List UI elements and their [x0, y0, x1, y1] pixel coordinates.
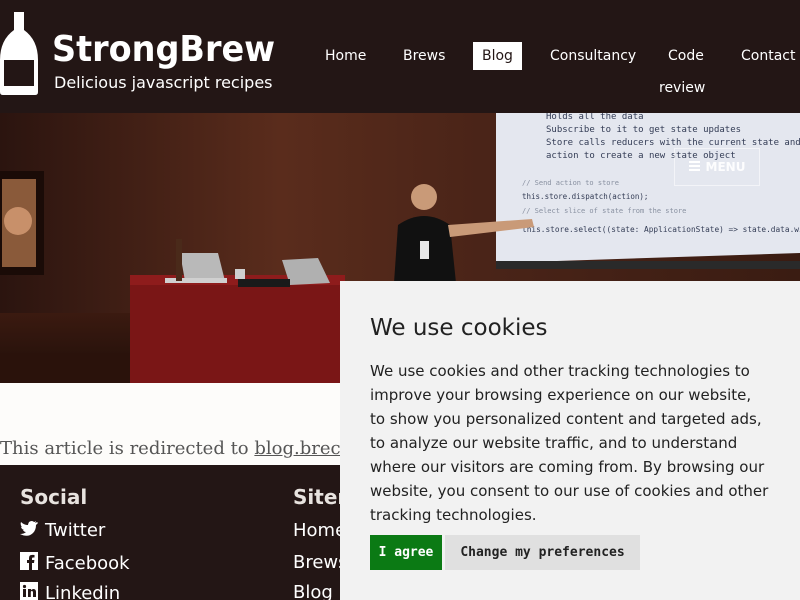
site-header: StrongBrew Delicious javascript recipes …	[0, 0, 800, 113]
footer-link-twitter-label: Twitter	[45, 520, 106, 541]
footer-link-facebook-label: Facebook	[45, 553, 130, 574]
article-redirect-text: This article is redirected to blog.brech…	[0, 438, 359, 459]
nav-item-contact[interactable]: Contact	[741, 47, 795, 65]
nav-item-consultancy[interactable]: Consultancy	[550, 47, 636, 65]
nav-item-brews[interactable]: Brews	[403, 47, 445, 65]
slide-line-7: // Select slice of state from the store	[522, 207, 686, 215]
footer-link-linkedin[interactable]: Linkedin	[20, 582, 120, 600]
hamburger-icon	[688, 160, 700, 174]
nav-item-home[interactable]: Home	[325, 47, 366, 65]
footer-link-facebook[interactable]: Facebook	[20, 552, 130, 575]
slide-line-8: this.store.select((state: ApplicationSta…	[522, 225, 800, 234]
slide-line-5: // Send action to store	[522, 179, 619, 187]
slide-line-2: Subscribe to it to get state updates	[546, 125, 741, 135]
site-tagline: Delicious javascript recipes	[54, 73, 273, 92]
cookie-body-text: We use cookies and other tracking techno…	[370, 362, 769, 524]
menu-button[interactable]: MENU	[674, 148, 760, 186]
footer-link-twitter[interactable]: Twitter	[20, 520, 105, 541]
bottle-logo-icon[interactable]	[0, 10, 38, 96]
footer-social-heading: Social	[20, 485, 88, 509]
cookie-preferences-button[interactable]: Change my preferences	[445, 535, 640, 570]
slide-line-3: Store calls reducers with the current st…	[546, 138, 800, 148]
cookie-agree-button[interactable]: I agree	[370, 535, 442, 570]
nav-item-blog[interactable]: Blog	[473, 42, 522, 70]
nav-item-code-review[interactable]: Code	[668, 47, 704, 65]
footer-link-linkedin-label: Linkedin	[45, 583, 121, 600]
menu-label: MENU	[705, 160, 746, 174]
slide-line-1: Holds all the data	[546, 113, 644, 122]
footer-sitemap-blog[interactable]: Blog	[293, 582, 333, 600]
article-redirect-prefix: This article is redirected to	[0, 438, 255, 459]
nav-code-label: Code	[668, 48, 704, 64]
linkedin-icon	[20, 582, 38, 600]
nav-item-code-review-line2[interactable]: review	[659, 79, 705, 97]
site-logo-title[interactable]: StrongBrew	[52, 28, 275, 72]
facebook-icon	[20, 552, 38, 575]
twitter-icon	[20, 520, 38, 541]
slide-line-6: this.store.dispatch(action);	[522, 192, 648, 201]
cookie-consent-banner: We use cookies We use cookies and other …	[340, 281, 800, 600]
footer-sitemap-home[interactable]: Home	[293, 520, 346, 541]
cookie-title: We use cookies	[370, 315, 548, 341]
